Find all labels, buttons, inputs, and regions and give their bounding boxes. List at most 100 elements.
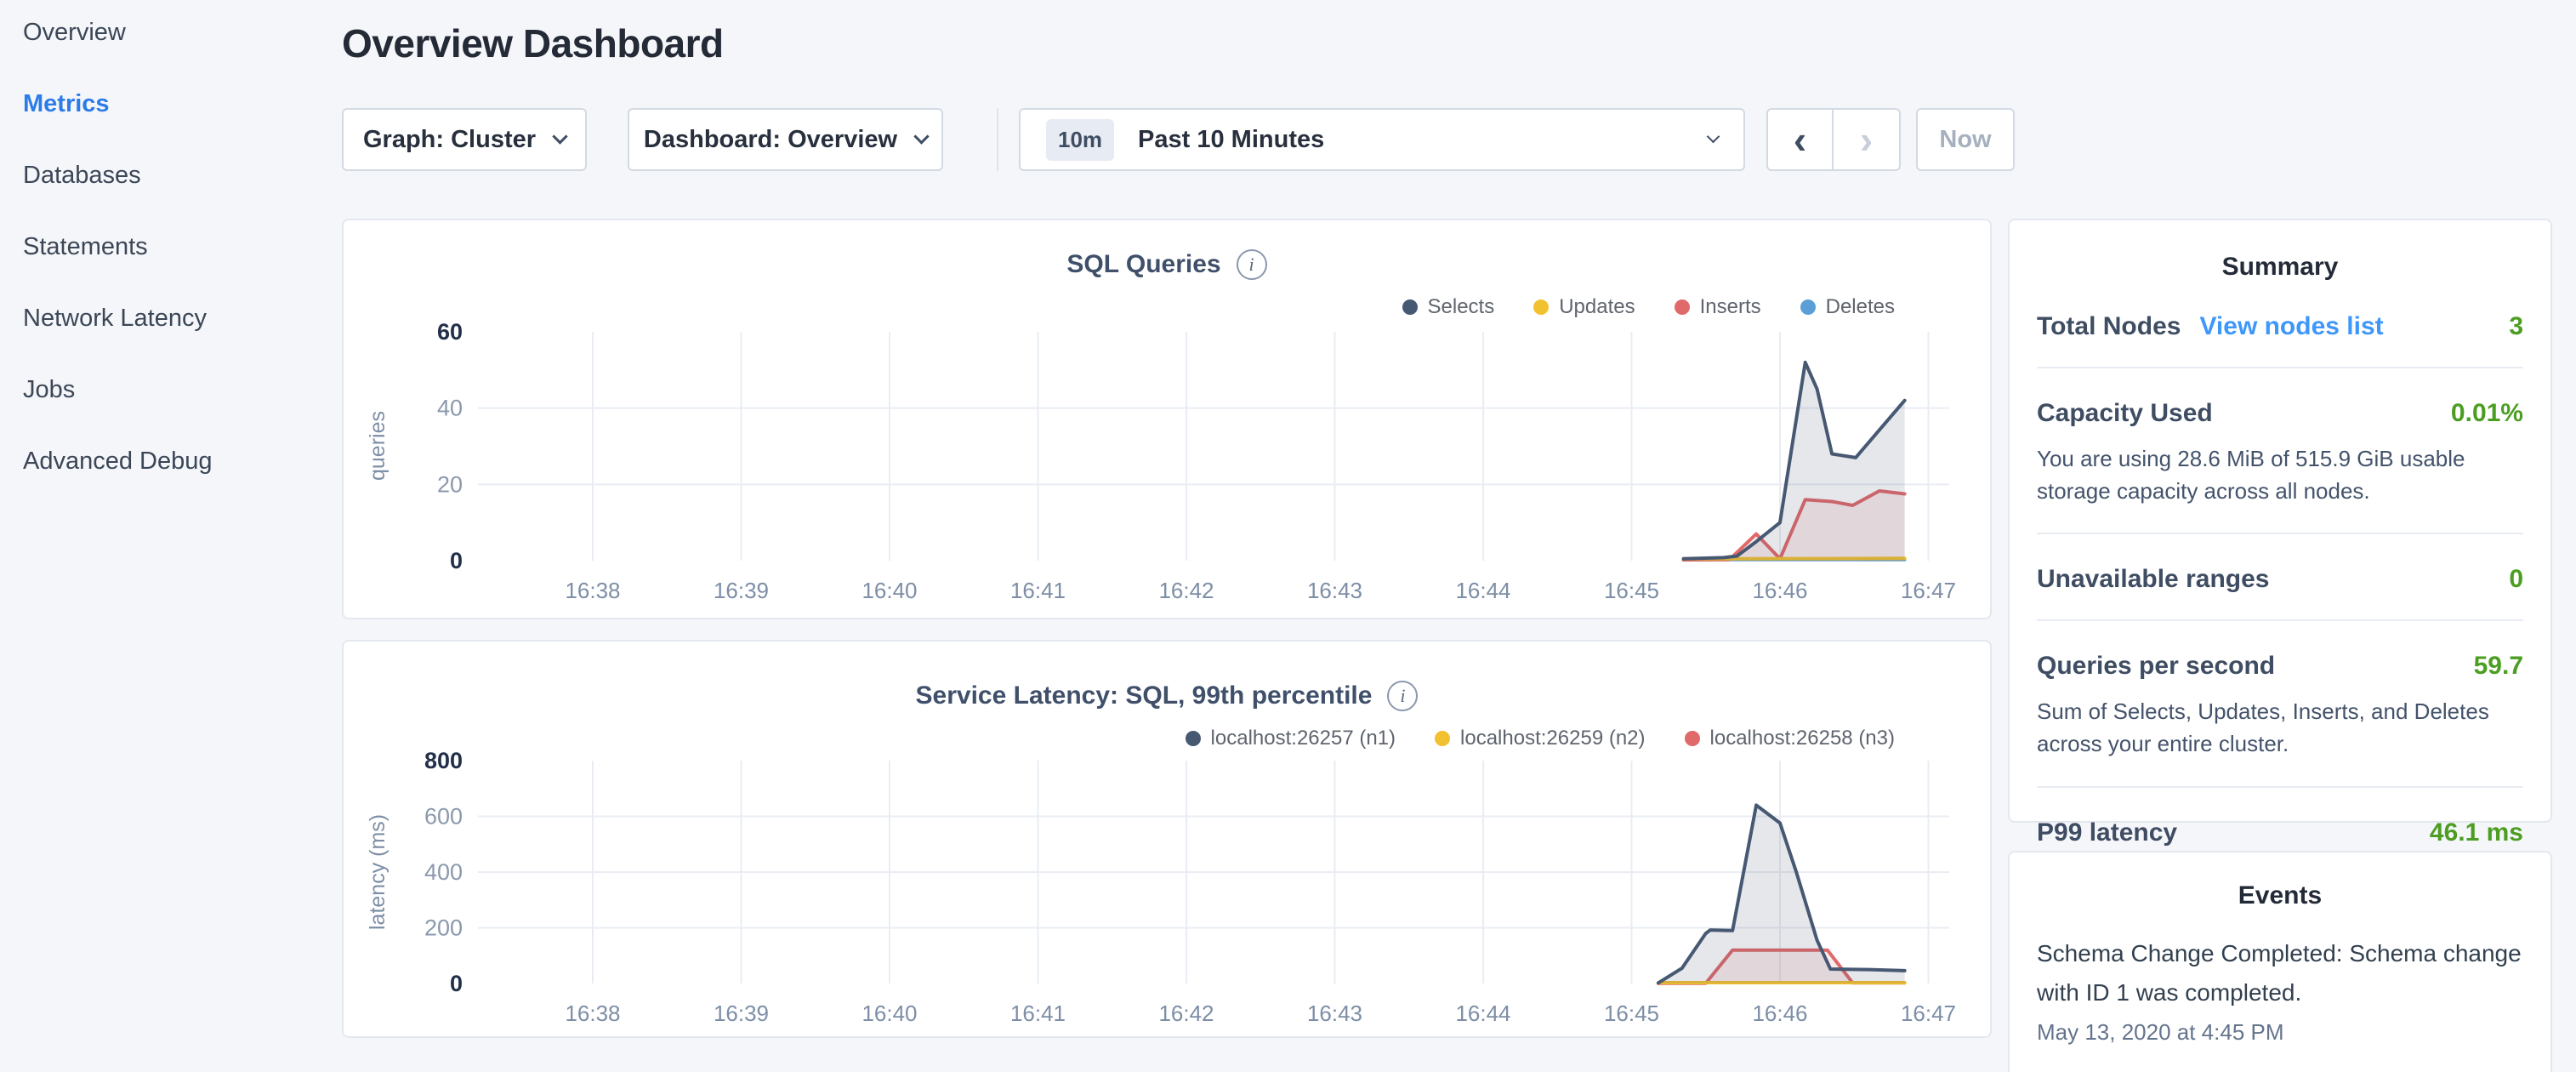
svg-text:16:47: 16:47 [1901, 578, 1956, 603]
legend-dot-icon [1402, 299, 1418, 315]
svg-text:16:46: 16:46 [1752, 578, 1807, 603]
time-window-badge: 10m [1046, 119, 1114, 161]
summary-row-total-nodes: Total Nodes View nodes list 3 [2037, 282, 2523, 368]
summary-row-unavailable-ranges: Unavailable ranges 0 [2037, 534, 2523, 621]
sidebar-item-statements[interactable]: Statements [23, 233, 312, 261]
info-icon[interactable]: i [1237, 249, 1267, 280]
prev-time-button[interactable]: ‹ [1766, 108, 1834, 171]
event-list-item[interactable]: Schema Change Completed: Schema change w… [2010, 910, 2550, 1046]
chevron-down-icon [913, 128, 929, 144]
svg-text:0: 0 [450, 971, 463, 996]
legend-item[interactable]: localhost:26258 (n3) [1685, 727, 1895, 750]
svg-text:20: 20 [437, 471, 463, 497]
summary-row-capacity: Capacity Used 0.01% You are using 28.6 M… [2037, 368, 2523, 534]
legend-dot-icon [1533, 299, 1549, 315]
chart-title: SQL Queries [1066, 250, 1220, 279]
legend-item[interactable]: Updates [1533, 295, 1635, 319]
svg-text:400: 400 [424, 859, 463, 885]
sidebar-item-jobs[interactable]: Jobs [23, 376, 312, 404]
legend-label: Selects [1428, 295, 1495, 319]
svg-text:16:42: 16:42 [1158, 1001, 1214, 1026]
p99-latency-label: P99 latency [2037, 818, 2177, 847]
dashboard-dropdown-label: Dashboard: Overview [644, 126, 897, 154]
svg-text:16:39: 16:39 [714, 1001, 769, 1026]
svg-text:16:41: 16:41 [1010, 1001, 1066, 1026]
event-timestamp: May 13, 2020 at 4:45 PM [2037, 1019, 2523, 1046]
sql-queries-plot: 16:3816:3916:4016:4116:4216:4316:4416:45… [478, 332, 1949, 561]
legend-dot-icon [1435, 731, 1450, 746]
sidebar-item-advanced-debug[interactable]: Advanced Debug [23, 448, 312, 476]
chevron-down-icon [1707, 129, 1720, 143]
page-title: Overview Dashboard [342, 20, 724, 66]
legend-label: localhost:26257 (n1) [1211, 727, 1396, 750]
legend-label: localhost:26259 (n2) [1460, 727, 1645, 750]
graph-dropdown[interactable]: Graph: Cluster [342, 108, 587, 171]
events-header: Events [2010, 852, 2550, 910]
capacity-used-label: Capacity Used [2037, 399, 2213, 428]
time-step-buttons: ‹ › [1766, 108, 1901, 171]
toolbar: Graph: Cluster Dashboard: Overview 10m P… [342, 108, 2128, 171]
time-window-label: Past 10 Minutes [1138, 126, 1690, 154]
info-icon[interactable]: i [1387, 681, 1418, 711]
legend-dot-icon [1186, 731, 1201, 746]
capacity-used-description: You are using 28.6 MiB of 515.9 GiB usab… [2037, 443, 2496, 507]
sidebar-item-overview[interactable]: Overview [23, 19, 312, 47]
toolbar-divider [997, 108, 998, 171]
legend-item[interactable]: localhost:26257 (n1) [1186, 727, 1396, 750]
sidebar-item-metrics[interactable]: Metrics [23, 90, 312, 118]
svg-text:800: 800 [424, 748, 463, 773]
total-nodes-label: Total Nodes [2037, 312, 2181, 341]
sidebar: Overview Metrics Databases Statements Ne… [23, 19, 312, 519]
qps-description: Sum of Selects, Updates, Inserts, and De… [2037, 696, 2496, 760]
service-latency-plot: 16:3816:3916:4016:4116:4216:4316:4416:45… [478, 761, 1949, 984]
service-latency-chart-card: Service Latency: SQL, 99th percentile i … [342, 640, 1992, 1038]
sidebar-item-network-latency[interactable]: Network Latency [23, 305, 312, 333]
legend-item[interactable]: Inserts [1675, 295, 1761, 319]
time-window-picker[interactable]: 10m Past 10 Minutes [1019, 108, 1745, 171]
unavailable-ranges-value: 0 [2509, 565, 2523, 594]
svg-text:200: 200 [424, 915, 463, 941]
p99-latency-value: 46.1 ms [2430, 818, 2523, 847]
svg-text:16:40: 16:40 [862, 1001, 917, 1026]
svg-text:0: 0 [450, 548, 463, 573]
svg-text:40: 40 [437, 396, 463, 421]
svg-text:16:44: 16:44 [1455, 1001, 1510, 1026]
graph-dropdown-label: Graph: Cluster [363, 126, 536, 154]
summary-row-qps: Queries per second 59.7 Sum of Selects, … [2037, 621, 2523, 787]
svg-text:16:44: 16:44 [1455, 578, 1510, 603]
chart-title: Service Latency: SQL, 99th percentile [916, 681, 1373, 710]
svg-text:16:47: 16:47 [1901, 1001, 1956, 1026]
summary-panel: Summary Total Nodes View nodes list 3 Ca… [2008, 219, 2552, 823]
qps-label: Queries per second [2037, 652, 2275, 681]
legend-item[interactable]: localhost:26259 (n2) [1435, 727, 1645, 750]
svg-text:16:46: 16:46 [1752, 1001, 1807, 1026]
view-nodes-list-link[interactable]: View nodes list [2199, 312, 2383, 341]
svg-text:16:39: 16:39 [714, 578, 769, 603]
sidebar-item-databases[interactable]: Databases [23, 162, 312, 190]
legend-item[interactable]: Selects [1402, 295, 1495, 319]
legend-dot-icon [1800, 299, 1816, 315]
legend-label: Updates [1559, 295, 1635, 319]
capacity-used-value: 0.01% [2451, 399, 2523, 428]
now-button[interactable]: Now [1916, 108, 2015, 171]
event-text: Schema Change Completed: Schema change w… [2037, 934, 2523, 1012]
y-axis-label: queries [366, 332, 390, 561]
legend-label: localhost:26258 (n3) [1710, 727, 1895, 750]
qps-value: 59.7 [2474, 652, 2523, 681]
dashboard-dropdown[interactable]: Dashboard: Overview [628, 108, 943, 171]
legend-dot-icon [1685, 731, 1700, 746]
chart-legend: localhost:26257 (n1) localhost:26259 (n2)… [1186, 727, 1895, 750]
svg-text:16:42: 16:42 [1158, 578, 1214, 603]
events-panel: Events Schema Change Completed: Schema c… [2008, 851, 2552, 1072]
svg-text:16:43: 16:43 [1307, 578, 1362, 603]
svg-text:60: 60 [437, 319, 463, 345]
next-time-button[interactable]: › [1834, 108, 1901, 171]
legend-item[interactable]: Deletes [1800, 295, 1895, 319]
svg-text:16:45: 16:45 [1604, 1001, 1659, 1026]
sql-queries-chart-card: SQL Queries i Selects Updates Inserts Delet… [342, 219, 1992, 619]
legend-dot-icon [1675, 299, 1690, 315]
unavailable-ranges-label: Unavailable ranges [2037, 565, 2269, 594]
svg-text:16:38: 16:38 [565, 578, 620, 603]
chart-legend: Selects Updates Inserts Deletes [1402, 295, 1896, 319]
svg-text:16:40: 16:40 [862, 578, 917, 603]
